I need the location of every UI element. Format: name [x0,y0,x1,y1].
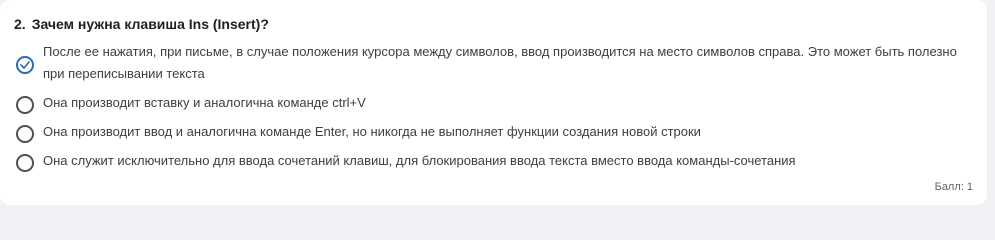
answer-option-label: Она производит ввод и аналогична команде… [43,124,701,139]
answer-option-4[interactable]: Она служит исключительно для ввода сочет… [16,153,967,172]
answer-option-label: Она служит исключительно для ввода сочет… [43,153,796,168]
question-number: 2. [14,16,26,32]
checked-radio-icon[interactable] [16,56,34,74]
checkmark-icon [20,61,30,69]
score-label: Балл: 1 [934,181,973,193]
radio-icon[interactable] [16,96,34,114]
answer-option-label: Она производит вставку и аналогична кома… [43,95,366,110]
question-text: Зачем нужна клавиша Ins (Insert)? [31,16,269,32]
radio-icon[interactable] [16,154,34,172]
answer-option-1[interactable]: После ее нажатия, при письме, в случае п… [16,44,967,85]
answer-option-2[interactable]: Она производит вставку и аналогична кома… [16,95,967,114]
question-card: 2. Зачем нужна клавиша Ins (Insert)? Посл… [0,0,987,205]
answer-option-label: После ее нажатия, при письме, в случае п… [43,44,957,81]
radio-icon[interactable] [16,125,34,143]
answer-option-3[interactable]: Она производит ввод и аналогична команде… [16,124,967,143]
question-title: 2. Зачем нужна клавиша Ins (Insert)? [14,16,269,32]
